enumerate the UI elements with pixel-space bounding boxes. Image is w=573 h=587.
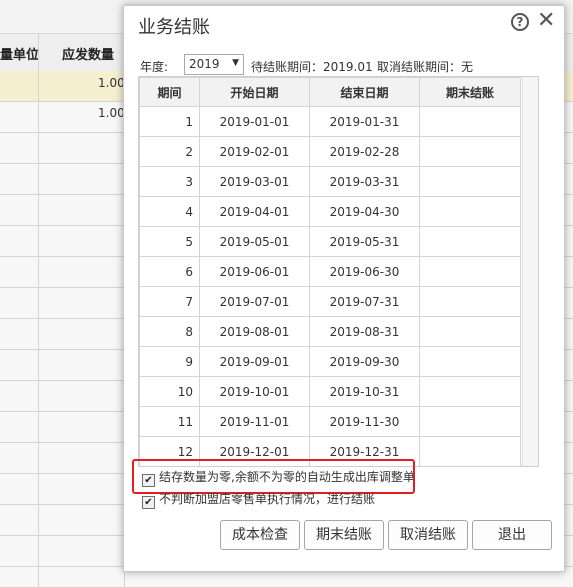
column-header-period[interactable]: 期间 (139, 77, 200, 107)
cell-start-date: 2019-09-01 (199, 346, 310, 377)
cell-start-date: 2019-03-01 (199, 166, 310, 197)
business-closing-dialog: 业务结账 ? ✕ 年度: 2019 ▼ 待结账期间：2019.01 取消结账期间… (123, 5, 565, 572)
cell-period: 11 (139, 406, 200, 437)
table-row[interactable]: 8 2019-08-01 2019-08-31 (139, 316, 521, 347)
cell-start-date: 2019-05-01 (199, 226, 310, 257)
period-table: 期间 开始日期 结束日期 期末结账 1 2019-01-01 2019-01-31 2… (139, 77, 521, 466)
cell-end-date: 2019-08-31 (309, 316, 420, 347)
cell-start-date: 2019-08-01 (199, 316, 310, 347)
cell-start-date: 2019-04-01 (199, 196, 310, 227)
cell-end-date: 2019-10-31 (309, 376, 420, 407)
cell-start-date: 2019-06-01 (199, 256, 310, 287)
table-row[interactable]: 5 2019-05-01 2019-05-31 (139, 226, 521, 257)
cell-start-date: 2019-10-01 (199, 376, 310, 407)
cell-period-close (419, 376, 521, 407)
cell-end-date: 2019-07-31 (309, 286, 420, 317)
cell-start-date: 2019-01-01 (199, 106, 310, 137)
cell-end-date: 2019-05-31 (309, 226, 420, 257)
table-row[interactable]: 6 2019-06-01 2019-06-30 (139, 256, 521, 287)
cell-period: 6 (139, 256, 200, 287)
background-cell-qty: 1.00 (98, 106, 125, 120)
column-header-end-date[interactable]: 结束日期 (309, 77, 420, 107)
cell-period: 2 (139, 136, 200, 167)
cell-end-date: 2019-11-30 (309, 406, 420, 437)
cell-period-close (419, 436, 521, 466)
cell-period-close (419, 196, 521, 227)
cell-period-close (419, 316, 521, 347)
cell-period-close (419, 406, 521, 437)
cell-period-close (419, 136, 521, 167)
year-select-value: 2019 (189, 57, 220, 71)
cell-end-date: 2019-01-31 (309, 106, 420, 137)
cell-period-close (419, 106, 521, 137)
option-skip-franchise-label: 不判断加盟店零售单执行情况，进行结账 (159, 492, 376, 506)
background-cell-qty: 1.00 (98, 76, 125, 90)
exit-button[interactable]: 退出 (472, 520, 552, 550)
cell-end-date: 2019-03-31 (309, 166, 420, 197)
cell-start-date: 2019-11-01 (199, 406, 310, 437)
table-row[interactable]: 3 2019-03-01 2019-03-31 (139, 166, 521, 197)
option-skip-franchise[interactable]: ✔ 不判断加盟店零售单执行情况，进行结账 (142, 490, 375, 509)
year-label: 年度: (140, 60, 169, 74)
background-col-divider (38, 33, 39, 587)
cell-period: 9 (139, 346, 200, 377)
year-select[interactable]: 2019 ▼ (184, 54, 244, 75)
period-grid: 期间 开始日期 结束日期 期末结账 1 2019-01-01 2019-01-31 2… (138, 76, 539, 467)
cell-period: 3 (139, 166, 200, 197)
period-close-button[interactable]: 期末结账 (304, 520, 384, 550)
cell-start-date: 2019-02-01 (199, 136, 310, 167)
cell-end-date: 2019-04-30 (309, 196, 420, 227)
cell-period: 5 (139, 226, 200, 257)
cell-end-date: 2019-02-28 (309, 136, 420, 167)
cell-period-close (419, 346, 521, 377)
cell-period-close (419, 166, 521, 197)
cell-period: 10 (139, 376, 200, 407)
highlight-box (132, 459, 415, 494)
chevron-down-icon: ▼ (232, 58, 239, 68)
cell-period: 8 (139, 316, 200, 347)
table-row[interactable]: 7 2019-07-01 2019-07-31 (139, 286, 521, 317)
checkbox-skip-franchise[interactable]: ✔ (142, 496, 155, 509)
cell-period-close (419, 286, 521, 317)
cell-period-close (419, 256, 521, 287)
column-header-start-date[interactable]: 开始日期 (199, 77, 310, 107)
cell-period: 4 (139, 196, 200, 227)
cell-start-date: 2019-07-01 (199, 286, 310, 317)
background-col-qty: 应发数量 (62, 48, 115, 63)
table-row[interactable]: 11 2019-11-01 2019-11-30 (139, 406, 521, 437)
pending-period-text: 待结账期间：2019.01 (251, 60, 373, 74)
close-icon[interactable]: ✕ (537, 10, 555, 32)
cell-end-date: 2019-06-30 (309, 256, 420, 287)
cell-period: 1 (139, 106, 200, 137)
table-row[interactable]: 4 2019-04-01 2019-04-30 (139, 196, 521, 227)
table-row[interactable]: 2 2019-02-01 2019-02-28 (139, 136, 521, 167)
vertical-scrollbar[interactable] (522, 77, 538, 466)
cancel-period-text: 取消结账期间：无 (377, 60, 474, 74)
table-row[interactable]: 9 2019-09-01 2019-09-30 (139, 346, 521, 377)
help-icon[interactable]: ? (511, 13, 529, 31)
cell-period-close (419, 226, 521, 257)
background-col-unit: 量单位 (0, 48, 40, 63)
table-row[interactable]: 1 2019-01-01 2019-01-31 (139, 106, 521, 137)
dialog-title: 业务结账 (138, 17, 210, 38)
cancel-close-button[interactable]: 取消结账 (388, 520, 468, 550)
cell-period: 7 (139, 286, 200, 317)
table-row[interactable]: 10 2019-10-01 2019-10-31 (139, 376, 521, 407)
cost-check-button[interactable]: 成本检查 (220, 520, 300, 550)
cell-end-date: 2019-09-30 (309, 346, 420, 377)
column-header-period-close[interactable]: 期末结账 (419, 77, 521, 107)
